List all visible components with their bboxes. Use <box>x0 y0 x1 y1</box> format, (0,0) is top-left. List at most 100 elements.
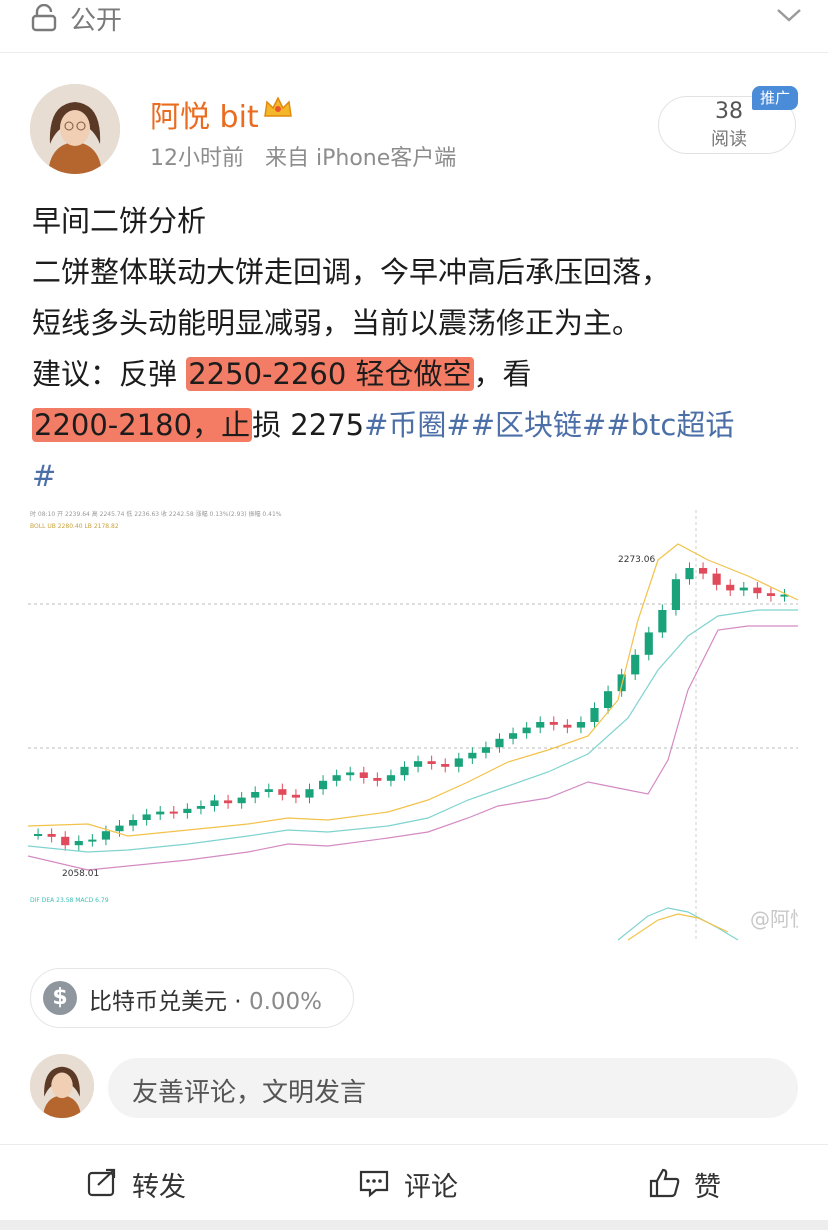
candle-body <box>753 587 762 594</box>
candle-body <box>400 766 409 776</box>
post-line-3: 建议：反弹 2250-2260 轻仓做空，看 <box>32 349 812 400</box>
candle-body <box>671 579 680 610</box>
candle-body <box>47 834 56 837</box>
candle-body <box>766 593 775 596</box>
candle-body <box>576 722 585 728</box>
candle-body <box>237 797 246 804</box>
top-bar: 公开 <box>0 0 828 53</box>
candle-body <box>712 573 721 585</box>
price-chart-image[interactable]: 2273.06 2058.01 @阿悦 时 08:10 开 2239.64 高 … <box>28 500 798 946</box>
comment-icon <box>359 1170 389 1198</box>
macd-readout: DIF DEA 23.58 MACD 6.79 <box>30 897 109 904</box>
low-label: 2058.01 <box>62 869 99 879</box>
hashtag-2[interactable]: #区块链# <box>471 408 607 442</box>
candle-body <box>386 775 395 781</box>
candle-body <box>34 834 43 836</box>
post-line-2: 短线多头动能明显减弱，当前以震荡修正为主。 <box>32 306 642 340</box>
candle-body <box>536 722 545 728</box>
candle-body <box>373 778 382 781</box>
author-name[interactable]: 阿悦 bit <box>150 92 259 136</box>
candle-body <box>278 789 287 795</box>
post-line-3-a: 建议：反弹 <box>32 357 187 391</box>
candle-body <box>88 839 97 842</box>
candle-body <box>481 747 490 753</box>
candle-body <box>156 811 165 815</box>
comment-placeholder: 友善评论，文明发言 <box>132 1078 367 1108</box>
candle-body <box>346 772 355 776</box>
candle-body <box>332 775 341 781</box>
crown-icon <box>264 96 292 117</box>
chevron-down-icon[interactable] <box>776 6 802 24</box>
share-icon <box>87 1168 116 1197</box>
candle-body <box>224 800 233 804</box>
candle-body <box>196 806 205 809</box>
action-bar: 转发 评论 赞 <box>0 1144 828 1221</box>
repost-label: 转发 <box>132 1172 186 1203</box>
candle-body <box>549 722 558 725</box>
comment-input[interactable]: 友善评论，文明发言 <box>108 1058 798 1118</box>
high-label: 2273.06 <box>618 555 655 565</box>
lock-icon <box>31 4 57 32</box>
read-label: 阅读 <box>711 129 747 150</box>
hashtag-3-end[interactable]: # <box>32 459 56 493</box>
candle-body <box>604 691 613 708</box>
candle-body <box>210 800 219 806</box>
boll-readout: BOLL UB 2280.40 LB 2178.82 <box>30 523 119 530</box>
dollar-icon: $ <box>43 981 77 1015</box>
candle-body <box>74 841 83 846</box>
post-title: 早间二饼分析 <box>32 204 207 238</box>
candle-body <box>251 792 260 798</box>
post-line-1: 二饼整体联动大饼走回调，今早冲高后承压回落， <box>32 255 671 289</box>
candle-body <box>414 761 423 767</box>
candle-body <box>169 811 178 814</box>
post-time: 12小时前 <box>150 146 244 171</box>
candle-body <box>441 764 450 767</box>
candle-body <box>726 584 735 591</box>
candle-body <box>142 814 151 820</box>
candle-body <box>427 761 436 764</box>
candle-body <box>291 794 300 798</box>
candle-body <box>699 568 708 574</box>
post-meta: 12小时前 来自 iPhone客户端 <box>150 140 470 172</box>
candle-body <box>590 708 599 722</box>
post-line-5: # <box>32 451 812 502</box>
post-line-3-b: ，看 <box>473 357 532 391</box>
post-line-4-b: 损 2275 <box>252 408 365 442</box>
post-body: 早间二饼分析 二饼整体联动大饼走回调，今早冲高后承压回落， 短线多头动能明显减弱… <box>32 196 812 502</box>
candle-body <box>101 831 110 840</box>
hashtag-1[interactable]: #币圈# <box>364 408 471 442</box>
candle-body <box>183 808 192 813</box>
candle-body <box>563 724 572 728</box>
stock-card[interactable]: $ 比特币兑美元 · 0.00% <box>30 968 354 1028</box>
candle-body <box>454 758 463 767</box>
post-source: 来自 iPhone客户端 <box>265 146 457 171</box>
candle-body <box>617 674 626 692</box>
candle-body <box>658 610 667 633</box>
candle-body <box>115 825 124 832</box>
candle-body <box>685 568 694 580</box>
candle-body <box>319 780 328 790</box>
visibility-label[interactable]: 公开 <box>70 0 122 37</box>
highlight-target: 2200-2180，止 <box>32 408 253 442</box>
candle-body <box>359 772 368 778</box>
watermark: @阿悦 <box>750 907 798 931</box>
candle-body <box>305 789 314 798</box>
candle-body <box>468 752 477 759</box>
candle-body <box>61 836 70 846</box>
author-avatar[interactable] <box>30 84 120 174</box>
candle-body <box>631 654 640 675</box>
candle-body <box>495 738 504 748</box>
stock-name: 比特币兑美元 <box>89 989 227 1015</box>
ohlc-readout: 时 08:10 开 2239.64 高 2245.74 低 2236.63 收 … <box>30 510 282 518</box>
hashtag-3[interactable]: #btc超话 <box>606 408 734 442</box>
comment-label: 评论 <box>404 1172 458 1203</box>
candle-body <box>522 727 531 734</box>
stock-text: 比特币兑美元 · 0.00% <box>89 989 323 1015</box>
stock-change: 0.00% <box>248 989 323 1015</box>
post-line-4: 2200-2180，止损 2275#币圈##区块链##btc超话 <box>32 400 812 451</box>
candle-body <box>509 733 518 739</box>
highlight-entry: 2250-2260 轻仓做空 <box>186 357 474 391</box>
like-label: 赞 <box>694 1172 721 1203</box>
candle-body <box>264 789 273 792</box>
bottom-strip <box>0 1220 828 1230</box>
